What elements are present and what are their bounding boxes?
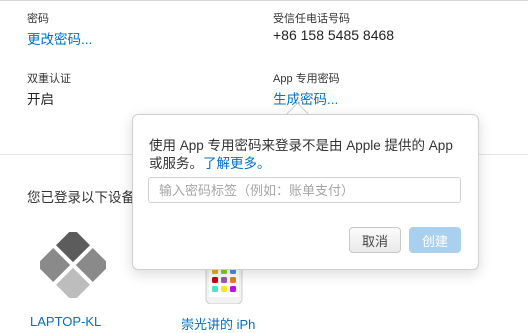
two-factor-status: 开启 (27, 92, 54, 107)
device-laptop[interactable] (36, 228, 110, 302)
app-password-popover: 使用 App 专用密码来登录不是由 Apple 提供的 App 或服务。了解更多… (132, 114, 479, 270)
devices-section-title: 您已登录以下设备 (27, 190, 135, 205)
trusted-phone-label: 受信任电话号码 (273, 13, 350, 25)
generate-password-link[interactable]: 生成密码... (273, 88, 338, 108)
password-label-input[interactable] (148, 177, 461, 203)
change-password-link[interactable]: 更改密码... (27, 28, 92, 48)
top-border (0, 0, 528, 1)
device-name-laptop[interactable]: LAPTOP-KL (30, 314, 101, 329)
trusted-phone-number: +86 158 5485 8468 (273, 27, 395, 43)
two-factor-label: 双重认证 (27, 73, 71, 85)
create-button[interactable]: 创建 (409, 227, 461, 253)
app-password-label: App 专用密码 (273, 73, 340, 85)
popover-description: 使用 App 专用密码来登录不是由 Apple 提供的 App 或服务。了解更多… (149, 137, 469, 173)
windows-pc-icon (36, 228, 110, 302)
password-label: 密码 (27, 13, 49, 25)
popover-description-text: 使用 App 专用密码来登录不是由 Apple 提供的 App 或服务。 (149, 138, 453, 171)
learn-more-link[interactable]: 了解更多。 (203, 156, 271, 171)
device-name-iphone[interactable]: 崇光讲的 iPh (181, 314, 255, 333)
cancel-button[interactable]: 取消 (349, 227, 401, 253)
